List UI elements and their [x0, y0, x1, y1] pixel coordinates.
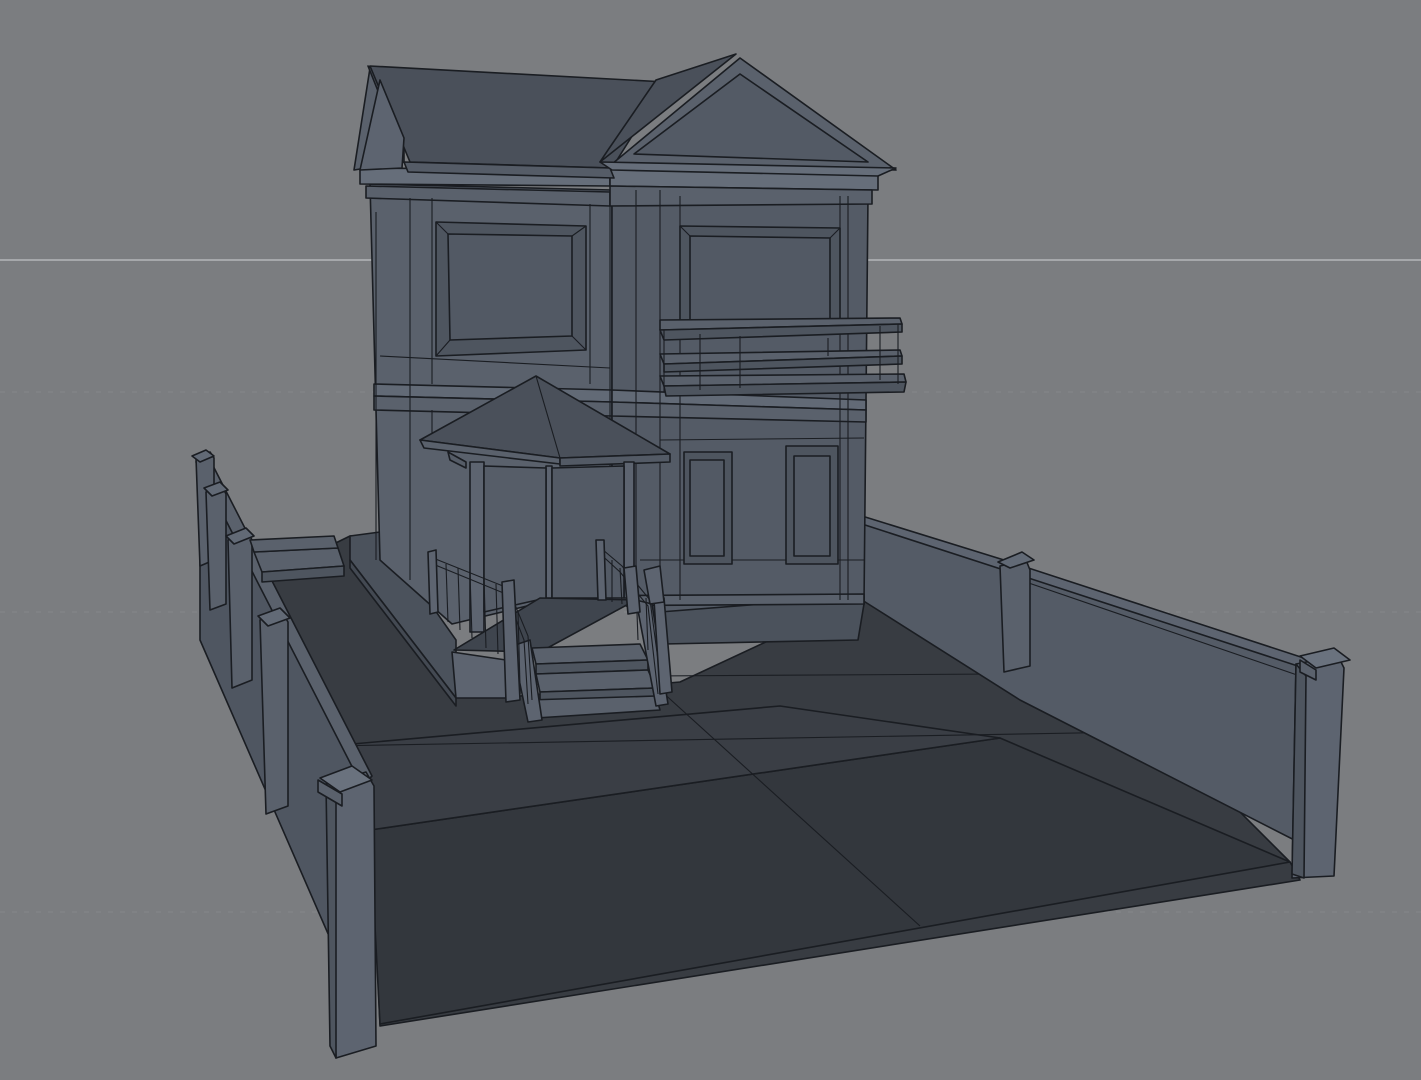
viewport-canvas[interactable]: [0, 0, 1421, 1080]
balcony[interactable]: [659, 317, 907, 397]
garden-steps[interactable]: [249, 535, 345, 583]
3d-viewport[interactable]: [0, 0, 1421, 1080]
